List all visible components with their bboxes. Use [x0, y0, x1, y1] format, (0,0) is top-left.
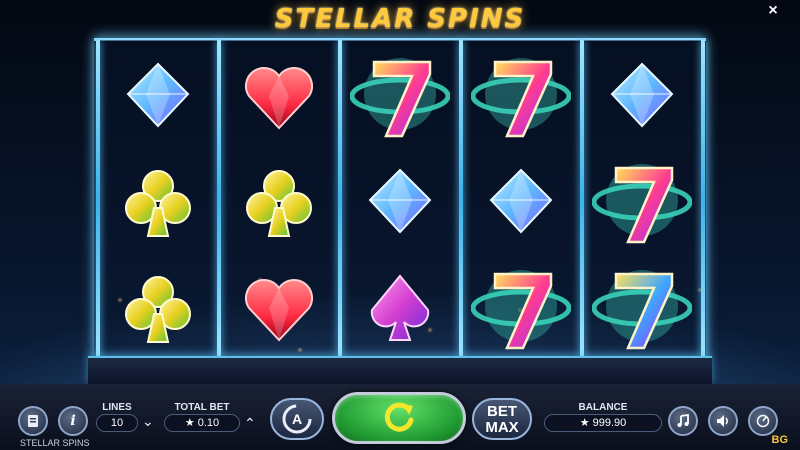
- balance-label: BALANCE: [578, 402, 628, 413]
- lines-value: 10: [96, 414, 138, 432]
- info-icon: i: [70, 413, 76, 429]
- reels-bottom-rail: [88, 356, 712, 384]
- symbol-heart: [244, 279, 314, 342]
- symbol-seven: [592, 164, 692, 244]
- symbol-club: [125, 170, 191, 237]
- turbo-button[interactable]: [748, 406, 778, 436]
- music-note-icon: [677, 413, 689, 427]
- turbo-icon: [756, 414, 770, 428]
- symbol-diamond: [368, 168, 432, 234]
- symbol-seven: [350, 58, 450, 138]
- close-button[interactable]: ×: [764, 2, 782, 20]
- bet-max-label-2: MAX: [485, 419, 519, 436]
- sound-button[interactable]: [708, 406, 738, 436]
- symbol-seven: [471, 58, 571, 138]
- chevron-up-icon[interactable]: ⌃: [244, 416, 256, 430]
- reel-separator: [580, 40, 584, 358]
- music-button[interactable]: [668, 406, 698, 436]
- reel-separator: [96, 40, 100, 358]
- brand-tag: BG: [771, 434, 789, 446]
- bet-max-button[interactable]: BET MAX: [472, 398, 532, 440]
- reel-separator: [459, 40, 463, 358]
- game-logo: STELLAR SPINS: [274, 4, 526, 34]
- symbol-heart: [244, 67, 314, 130]
- symbol-seven: [592, 270, 692, 350]
- paytable-button[interactable]: [18, 406, 48, 436]
- info-button[interactable]: i: [58, 406, 88, 436]
- total-bet-value: ★ 0.10: [164, 414, 240, 432]
- game-name: STELLAR SPINS: [20, 438, 90, 448]
- total-bet-label: TOTAL BET: [174, 402, 230, 413]
- svg-text:A: A: [292, 411, 302, 427]
- autoplay-icon: A: [282, 404, 312, 434]
- symbol-diamond: [126, 62, 190, 128]
- symbol-club: [125, 276, 191, 343]
- spin-arrow-icon: [384, 402, 414, 432]
- symbol-club: [246, 170, 312, 237]
- bet-max-label-1: BET: [487, 403, 517, 420]
- lines-label: LINES: [102, 402, 132, 413]
- symbol-diamond: [489, 168, 553, 234]
- speaker-icon: [717, 415, 728, 427]
- paytable-icon: [28, 415, 38, 427]
- autoplay-button[interactable]: A: [270, 398, 324, 440]
- spin-button[interactable]: [332, 392, 466, 444]
- balance-value: ★ 999.90: [544, 414, 662, 432]
- reel-separator: [217, 40, 221, 358]
- symbol-spade: [370, 274, 430, 341]
- reel-separator: [338, 40, 342, 358]
- reel-separator: [701, 40, 705, 358]
- chevron-down-icon[interactable]: ⌄: [142, 414, 154, 428]
- symbol-diamond: [610, 62, 674, 128]
- symbol-seven: [471, 270, 571, 350]
